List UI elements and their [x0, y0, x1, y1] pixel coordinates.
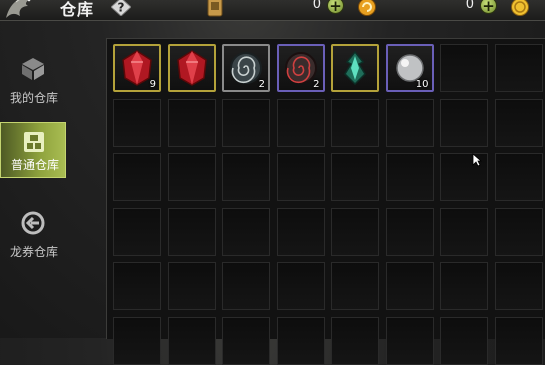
inventory-slot[interactable]: [331, 98, 379, 147]
inventory-slot[interactable]: [494, 44, 543, 92]
inventory-slot[interactable]: [167, 98, 216, 147]
gold-medal-icon[interactable]: [510, 0, 530, 17]
question-mark-icon[interactable]: ?: [111, 0, 131, 16]
inventory-slot[interactable]: [167, 262, 216, 310]
inventory-slot[interactable]: [222, 262, 270, 310]
inventory-slot[interactable]: [494, 153, 543, 201]
item-count: 2: [313, 79, 320, 90]
inventory-slot[interactable]: [113, 316, 161, 365]
inventory-slot[interactable]: [222, 153, 270, 201]
inventory-slot[interactable]: [385, 207, 434, 256]
inventory-slot[interactable]: [167, 316, 216, 365]
dragon-coupon-icon: [21, 211, 45, 235]
warehouse-sidebar: 我的仓库 普通仓库 龙券仓库: [0, 20, 100, 338]
inventory-slot[interactable]: [440, 207, 488, 256]
inventory-slot[interactable]: [440, 44, 488, 92]
gold-balance: 0: [465, 0, 474, 12]
top-bar: 仓库 ? 0 + 0 +: [0, 0, 545, 21]
inventory-panel: 9 2 2 10: [106, 38, 545, 365]
inventory-slot[interactable]: 2: [276, 44, 325, 92]
inventory-slot[interactable]: [222, 98, 270, 147]
inventory-slot[interactable]: [276, 98, 325, 147]
sidebar-item-label: 龙券仓库: [9, 245, 58, 259]
box-icon: [22, 58, 44, 80]
tab-my-warehouse[interactable]: 我的仓库: [0, 50, 68, 106]
warehouse-icon: [24, 132, 44, 152]
inventory-slot[interactable]: [385, 153, 434, 201]
tab-normal-warehouse[interactable]: 普通仓库: [0, 122, 66, 178]
inventory-slot[interactable]: 10: [385, 44, 434, 92]
inventory-slot[interactable]: [113, 262, 161, 310]
inventory-slot[interactable]: [113, 98, 161, 147]
item-count: 9: [149, 79, 156, 90]
inventory-slot[interactable]: [385, 98, 434, 147]
tab-dragon-coupon-warehouse[interactable]: 龙券仓库: [0, 204, 68, 260]
inventory-slot[interactable]: [276, 153, 325, 201]
inventory-slot[interactable]: [494, 207, 543, 256]
inventory-slot[interactable]: [440, 262, 488, 310]
inventory-slot[interactable]: [167, 207, 216, 256]
item-count: 10: [415, 79, 429, 90]
page-title: 仓库: [60, 0, 95, 19]
add-gold-button[interactable]: +: [480, 0, 497, 14]
inventory-slot[interactable]: [331, 262, 379, 310]
inventory-slot[interactable]: [385, 316, 434, 365]
dragon-logo-icon: [6, 0, 31, 18]
ticket-balance: 0: [312, 0, 321, 12]
inventory-slot[interactable]: [440, 98, 488, 147]
inventory-slot[interactable]: [331, 44, 379, 92]
sidebar-item-label: 普通仓库: [10, 158, 59, 172]
add-ticket-button[interactable]: +: [327, 0, 344, 14]
gold-coin-icon: [358, 0, 376, 16]
inventory-slot[interactable]: [222, 207, 270, 256]
inventory-slot[interactable]: [113, 207, 161, 256]
inventory-slot[interactable]: [494, 262, 543, 310]
inventory-slot[interactable]: [113, 153, 161, 201]
inventory-slot[interactable]: [440, 316, 488, 365]
inventory-slot[interactable]: [222, 316, 270, 365]
item-count: 2: [258, 79, 265, 90]
inventory-slot[interactable]: [331, 316, 379, 365]
sidebar-item-label: 我的仓库: [9, 91, 58, 105]
inventory-slot[interactable]: [276, 207, 325, 256]
svg-text:?: ?: [118, 1, 125, 15]
inventory-slot[interactable]: [331, 207, 379, 256]
inventory-slot[interactable]: [494, 98, 543, 147]
inventory-slot[interactable]: 9: [113, 44, 161, 92]
inventory-slot[interactable]: [331, 153, 379, 201]
inventory-slot[interactable]: 2: [222, 44, 270, 92]
ticket-card-icon: [207, 0, 223, 17]
inventory-slot[interactable]: [276, 316, 325, 365]
inventory-slot[interactable]: [385, 262, 434, 310]
inventory-slot[interactable]: [167, 153, 216, 201]
mouse-cursor-icon: [472, 153, 482, 167]
inventory-slot[interactable]: [167, 44, 216, 92]
inventory-slot[interactable]: [276, 262, 325, 310]
inventory-slot[interactable]: [494, 316, 543, 365]
